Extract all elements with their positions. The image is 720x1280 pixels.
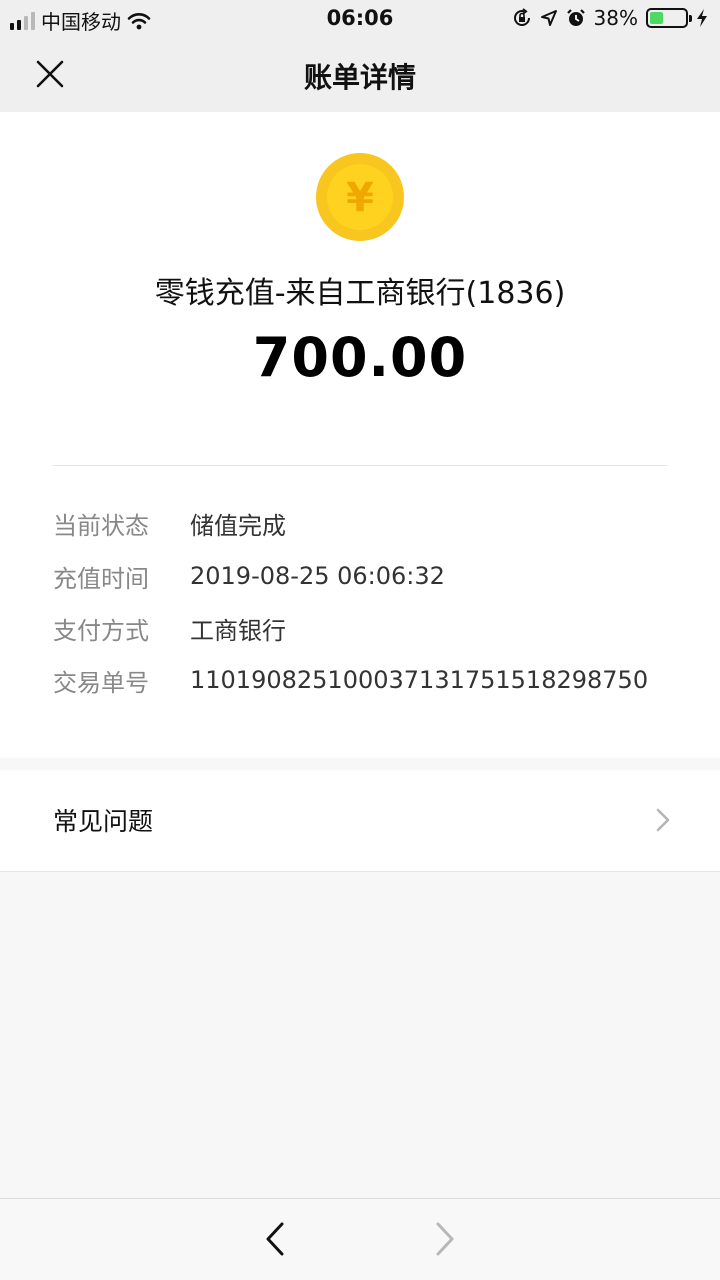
detail-value: 110190825100037131751518298750 (190, 666, 649, 694)
detail-label: 充值时间 (53, 564, 149, 593)
detail-row-payment-method: 支付方式 工商银行 (53, 608, 286, 648)
faq-row[interactable]: 常见问题 (0, 770, 720, 872)
forward-button[interactable] (420, 1211, 470, 1267)
bottom-toolbar (0, 1198, 720, 1280)
detail-row-time: 充值时间 2019-08-25 06:06:32 (53, 556, 445, 596)
status-bar: 中国移动 06:06 38% (0, 0, 720, 36)
bill-title: 零钱充值-来自工商银行(1836) (154, 276, 566, 311)
bill-amount: 700.00 (252, 326, 468, 389)
detail-row-status: 当前状态 储值完成 (53, 503, 286, 543)
detail-label: 交易单号 (53, 668, 149, 697)
battery-percent: 38% (593, 6, 638, 30)
orientation-lock-icon (513, 8, 530, 26)
chevron-right-icon (656, 808, 670, 832)
detail-row-transaction-id: 交易单号 110190825100037131751518298750 (53, 660, 648, 700)
battery-icon (646, 8, 692, 28)
faq-label: 常见问题 (53, 807, 154, 836)
status-bar-right: 38% (512, 6, 708, 30)
detail-value: 储值完成 (190, 511, 286, 540)
detail-label: 支付方式 (53, 616, 149, 645)
bill-summary-card: ¥ 零钱充值-来自工商银行(1836) 700.00 当前状态 储值完成 充值时… (0, 112, 720, 758)
detail-label: 当前状态 (53, 511, 149, 540)
yuan-coin-icon: ¥ (316, 153, 404, 241)
divider (53, 465, 667, 466)
alarm-icon (566, 9, 585, 26)
detail-value: 工商银行 (190, 616, 286, 645)
coin-symbol: ¥ (346, 175, 374, 221)
back-button[interactable] (250, 1211, 300, 1267)
location-icon (540, 10, 557, 26)
nav-bar: 账单详情 (0, 36, 720, 112)
forward-arrow-icon (436, 1222, 454, 1256)
detail-value: 2019-08-25 06:06:32 (190, 562, 445, 590)
back-arrow-icon (266, 1222, 284, 1256)
page-title: 账单详情 (303, 61, 416, 94)
charging-icon (697, 9, 707, 27)
